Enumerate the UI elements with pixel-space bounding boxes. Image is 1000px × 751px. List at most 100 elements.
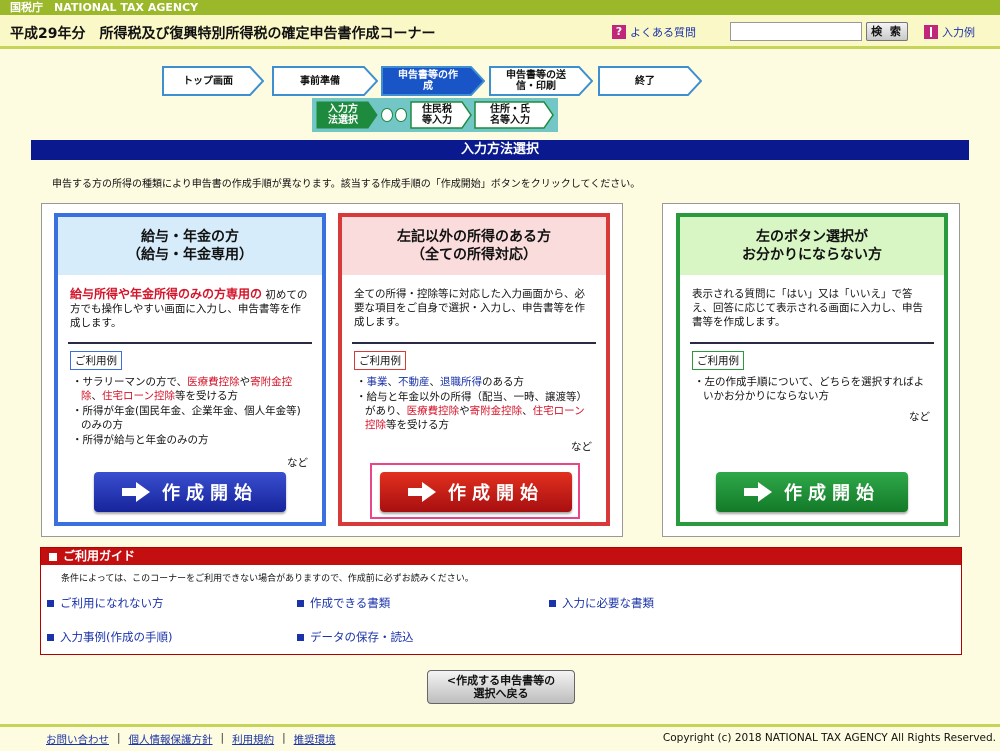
- start-button-unsure[interactable]: 作成開始: [716, 472, 908, 512]
- list-item: ・所得が年金(国民年金、企業年金、個人年金等)のみの方: [72, 405, 301, 431]
- substep-bar: 入力方法選択 住民税等入力 住所・氏名等入力: [312, 98, 558, 132]
- step-create: 申告書等の作成: [381, 66, 485, 96]
- back-button[interactable]: <作成する申告書等の 選択へ戻る: [427, 670, 575, 704]
- usage-label: ご利用例: [70, 351, 122, 370]
- list-item: ・給与と年金以外の所得（配当、一時、譲渡等）があり、医療費控除や寄附金控除、住宅…: [356, 391, 587, 431]
- search-input[interactable]: [730, 22, 862, 41]
- square-bullet-icon: [47, 633, 54, 641]
- faq-link[interactable]: ? よくある質問: [612, 24, 696, 40]
- guide-link-save-load[interactable]: データの保存・読込: [297, 629, 414, 645]
- back-button-line1: <作成する申告書等の: [446, 674, 556, 687]
- card-unsure-title: 左のボタン選択が: [756, 229, 868, 245]
- card-other-subtitle: （全ての所得対応）: [411, 247, 537, 263]
- substep-method: 入力方法選択: [316, 101, 378, 129]
- usage-list: ・左の作成手順について、どちらを選択すればよいかお分かりにならない方: [694, 375, 932, 404]
- search-button[interactable]: 検 索: [866, 22, 908, 41]
- etc-note: など: [909, 411, 930, 423]
- input-example-link[interactable]: 入力例: [924, 24, 975, 40]
- arrow-right-icon: [744, 482, 774, 502]
- faq-label: よくある質問: [630, 26, 696, 39]
- footer-links: お問い合わせ | 個人情報保護方針 | 利用規約 | 推奨環境: [46, 732, 336, 747]
- step-finish-label: 終了: [635, 75, 655, 87]
- usage-label: ご利用例: [354, 351, 406, 370]
- footer-link-privacy[interactable]: 個人情報保護方針: [129, 732, 213, 747]
- copyright: Copyright (c) 2018 NATIONAL TAX AGENCY A…: [662, 732, 996, 744]
- back-button-line2: 選択へ戻る: [473, 687, 529, 700]
- substep-resident-tax: 住民税等入力: [410, 101, 472, 129]
- list-item: ・事業、不動産、退職所得のある方: [356, 376, 524, 388]
- list-item: ・所得が給与と年金のみの方: [72, 434, 209, 446]
- footer-separator: |: [220, 732, 225, 744]
- usage-list: ・サラリーマンの方で、医療費控除や寄附金控除、住宅ローン控除等を受ける方 ・所得…: [72, 375, 310, 448]
- arrow-right-icon: [408, 482, 438, 502]
- page-title: 平成29年分 所得税及び復興特別所得税の確定申告書作成コーナー: [10, 26, 436, 42]
- card-other-desc: 全ての所得・控除等に対応した入力画面から、必要な項目をご自身で選択・入力し、申告…: [354, 288, 585, 328]
- card-other-head: 左記以外の所得のある方 （全ての所得対応）: [342, 217, 606, 275]
- step-finish: 終了: [598, 66, 702, 96]
- guide-link-documents[interactable]: 作成できる書類: [297, 595, 390, 611]
- instruction-text: 申告する方の所得の種類により申告書の作成手順が異なります。該当する作成手順の「作…: [52, 179, 641, 190]
- card-salary: 給与・年金の方 （給与・年金専用） 給与所得や年金所得のみの方専用の 初めての方で…: [54, 213, 326, 526]
- square-bullet-icon: [47, 599, 54, 607]
- guide-link-required-docs[interactable]: 入力に必要な書類: [549, 595, 654, 611]
- section-title: 入力方法選択: [31, 140, 969, 160]
- card-salary-desc: 給与所得や年金所得のみの方専用の 初めての方でも操作しやすい画面に入力し、申告書…: [70, 287, 310, 330]
- step-preparation: 事前準備: [272, 66, 378, 96]
- step-top-label: トップ画面: [183, 75, 233, 87]
- guide-title: ご利用ガイド: [63, 549, 136, 563]
- substep-address-label: 住所・氏名等入力: [490, 104, 530, 126]
- usage-guide: ご利用ガイド 条件によっては、このコーナーをご利用できない場合がありますので、作…: [40, 547, 962, 655]
- footer-separator: |: [282, 732, 286, 744]
- step-create-label: 申告書等の作成: [398, 70, 458, 92]
- header: 平成29年分 所得税及び復興特別所得税の確定申告書作成コーナー ? よくある質問…: [0, 15, 1000, 49]
- start-button-label: 作成開始: [448, 483, 544, 504]
- card-other-title: 左記以外の所得のある方: [397, 229, 551, 245]
- card-salary-title: 給与・年金の方: [141, 229, 239, 245]
- guide-link-unavailable[interactable]: ご利用になれない方: [47, 595, 164, 611]
- square-bullet-icon: [297, 599, 304, 607]
- step-send-print-label: 申告書等の送信・印刷: [506, 70, 566, 92]
- start-button-label: 作成開始: [162, 483, 258, 504]
- question-icon: ?: [612, 25, 626, 39]
- start-button-label: 作成開始: [784, 483, 880, 504]
- substep-method-label: 入力方法選択: [328, 104, 358, 126]
- input-example-label: 入力例: [942, 26, 975, 39]
- usage-label: ご利用例: [692, 351, 744, 370]
- footer: お問い合わせ | 個人情報保護方針 | 利用規約 | 推奨環境 Copyrigh…: [0, 724, 1000, 751]
- divider: [352, 342, 596, 344]
- progress-circle: [381, 108, 393, 122]
- agency-bar: 国税庁 NATIONAL TAX AGENCY: [0, 0, 1000, 15]
- divider: [690, 342, 934, 344]
- footer-link-environment[interactable]: 推奨環境: [294, 732, 336, 747]
- start-button-other[interactable]: 作成開始: [380, 472, 572, 512]
- etc-note: など: [287, 457, 308, 469]
- step-send-print: 申告書等の送信・印刷: [489, 66, 593, 96]
- substep-resident-tax-label: 住民税等入力: [422, 104, 452, 126]
- start-button-salary[interactable]: 作成開始: [94, 472, 286, 512]
- guide-link-examples[interactable]: 入力事例(作成の手順): [47, 629, 172, 645]
- footer-link-contact[interactable]: お問い合わせ: [46, 732, 109, 747]
- footer-link-terms[interactable]: 利用規約: [232, 732, 274, 747]
- guide-header: ご利用ガイド: [41, 548, 961, 565]
- square-bullet-icon: [297, 633, 304, 641]
- card-unsure-head: 左のボタン選択が お分かりにならない方: [680, 217, 944, 275]
- square-bullet-icon: [549, 599, 556, 607]
- card-unsure: 左のボタン選択が お分かりにならない方 表示される質問に「はい」又は「いいえ」で答…: [676, 213, 948, 526]
- book-icon: [924, 25, 938, 39]
- footer-separator: |: [117, 732, 121, 744]
- card-salary-subtitle: （給与・年金専用）: [127, 247, 253, 263]
- step-top: トップ画面: [162, 66, 264, 96]
- card-salary-head: 給与・年金の方 （給与・年金専用）: [58, 217, 322, 275]
- square-bullet-icon: [49, 552, 57, 561]
- progress-circle: [395, 108, 407, 122]
- divider: [68, 342, 312, 344]
- guide-note: 条件によっては、このコーナーをご利用できない場合がありますので、作成前に必ずお読…: [61, 574, 474, 584]
- usage-list: ・事業、不動産、退職所得のある方 ・給与と年金以外の所得（配当、一時、譲渡等）が…: [356, 375, 594, 433]
- etc-note: など: [571, 441, 592, 453]
- card-other-income: 左記以外の所得のある方 （全ての所得対応） 全ての所得・控除等に対応した入力画面か…: [338, 213, 610, 526]
- arrow-right-icon: [122, 482, 152, 502]
- list-item: ・サラリーマンの方で、医療費控除や寄附金控除、住宅ローン控除等を受ける方: [72, 376, 293, 402]
- card-unsure-subtitle: お分かりにならない方: [742, 247, 882, 263]
- substep-address: 住所・氏名等入力: [474, 101, 554, 129]
- list-item: ・左の作成手順について、どちらを選択すればよいかお分かりにならない方: [694, 376, 925, 402]
